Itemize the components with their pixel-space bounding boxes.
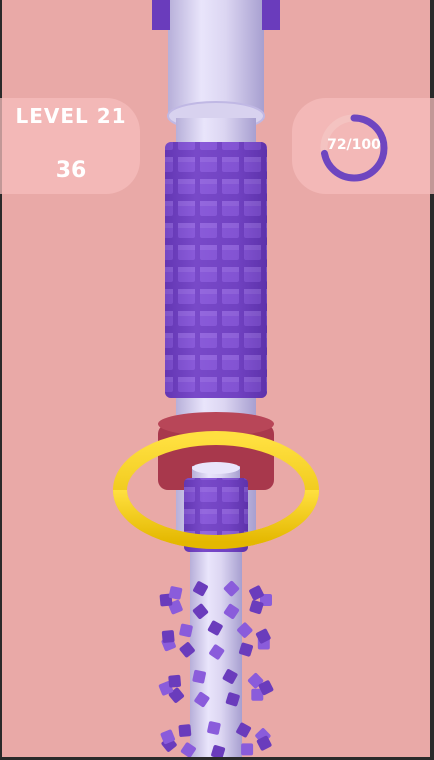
level-label: LEVEL 21 xyxy=(15,104,127,128)
block-column xyxy=(165,142,267,398)
falling-cube xyxy=(178,724,192,737)
falling-cube xyxy=(168,674,182,688)
progress-text: 72/100 xyxy=(327,137,381,153)
falling-cube xyxy=(161,630,175,643)
falling-cube xyxy=(207,721,221,735)
falling-cube xyxy=(168,586,183,600)
falling-cube xyxy=(179,623,193,638)
falling-cube xyxy=(192,669,206,684)
score-value: 36 xyxy=(55,158,87,183)
falling-cube xyxy=(241,743,254,756)
